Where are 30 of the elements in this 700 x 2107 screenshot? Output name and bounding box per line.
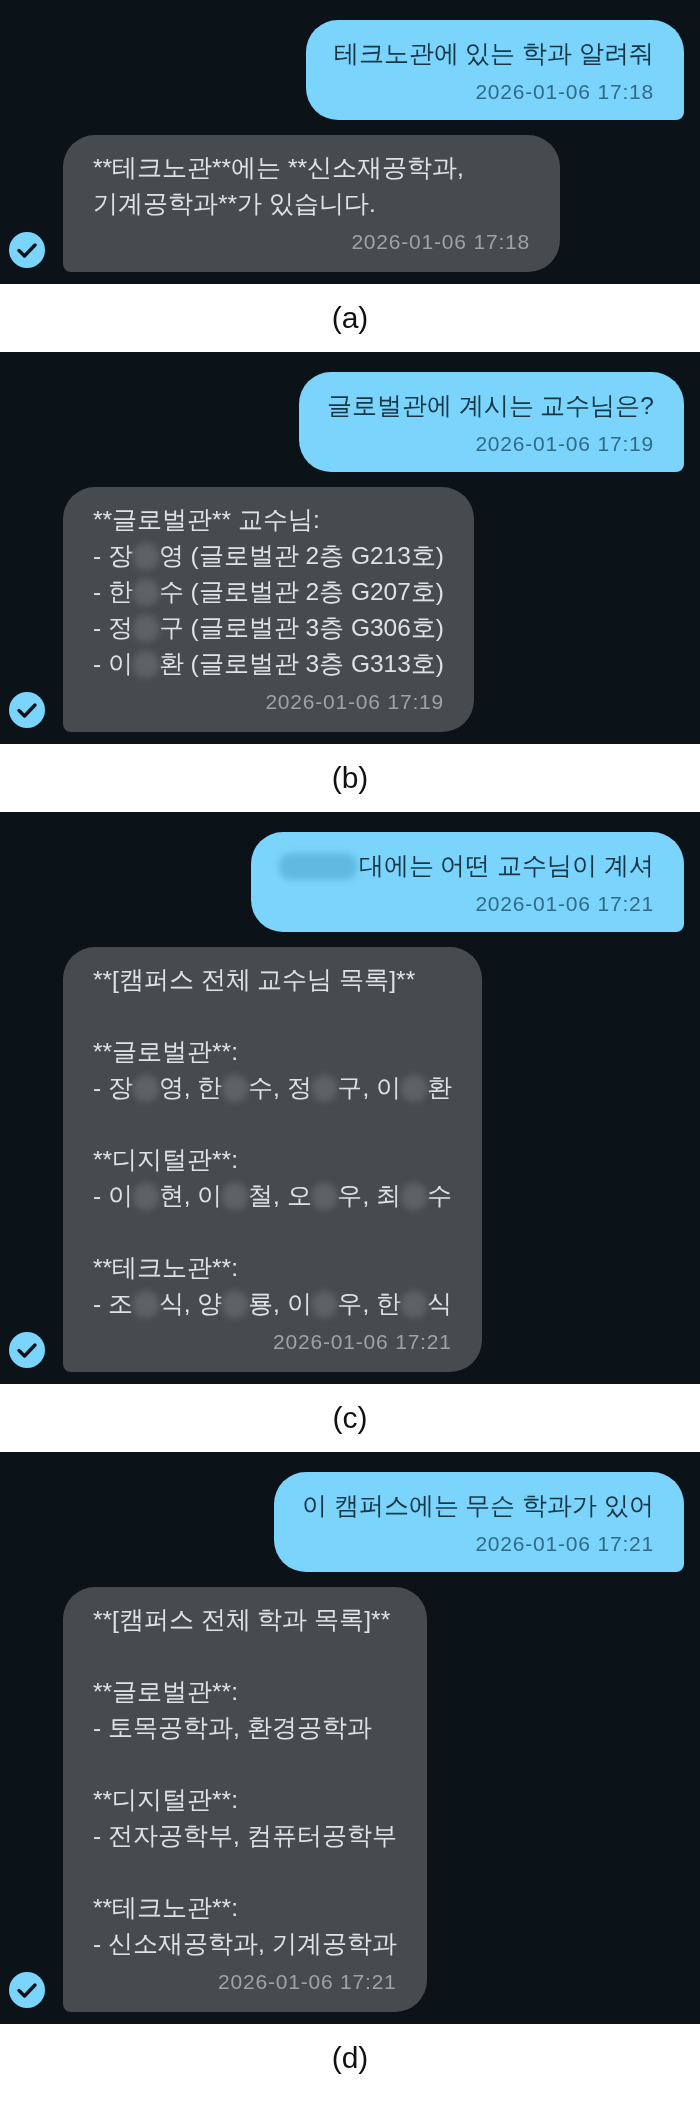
- figure-caption: (c): [332, 1401, 368, 1435]
- message-text: **테크노관**: - 조 식, 양 룡, 이 우, 한 식: [93, 1253, 452, 1321]
- message-text: **테크노관**에는 **신소재공학과, 기계공학과**가 있습니다.: [93, 153, 465, 219]
- timestamp: 2026-01-06 17:21: [475, 1531, 654, 1557]
- check-circle-icon: [9, 1332, 45, 1368]
- message-text: **글로벌관** 교수님: - 장 영 (글로벌관 2층 G213호) - 한 수 (글로벌관 2층 G207호) - 정 구 (글로벌관 3층 G306호) - 이 환 (글로벌관 3층 G313호): [93, 505, 444, 681]
- timestamp: 2026-01-06 17:18: [475, 79, 654, 105]
- timestamp: 2026-01-06 17:19: [475, 431, 654, 457]
- figure-caption: (a): [331, 301, 369, 335]
- message-text: **디지털관**: - 전자공학부, 컴퓨터공학부: [93, 1785, 397, 1851]
- figure-caption: (b): [331, 761, 369, 795]
- message-text: **디지털관**: - 이 현, 이 철, 오 우, 최 수: [93, 1145, 452, 1213]
- timestamp: 2026-01-06 17:18: [351, 229, 530, 255]
- message-text: **테크노관**: - 신소재공학과, 기계공학과: [93, 1893, 397, 1959]
- message-text: 테크노관에 있는 학과 알려줘: [333, 39, 654, 69]
- message-text: **글로벌관**: - 토목공학과, 환경공학과: [93, 1677, 373, 1743]
- message-text: **[캠퍼스 전체 학과 목록]**: [93, 1605, 392, 1635]
- timestamp: 2026-01-06 17:21: [273, 1329, 452, 1355]
- check-circle-icon: [9, 232, 45, 268]
- timestamp: 2026-01-06 17:21: [218, 1969, 397, 1995]
- check-circle-icon: [9, 1972, 45, 2008]
- message-text: 글로벌관에 계시는 교수님은?: [326, 391, 654, 421]
- timestamp: 2026-01-06 17:21: [475, 891, 654, 917]
- message-text: 이 캠퍼스에는 무슨 학과가 있어: [301, 1491, 654, 1521]
- message-text: **[캠퍼스 전체 교수님 목록]**: [93, 965, 417, 995]
- message-text: 대에는 어떤 교수님이 계셔: [278, 848, 654, 884]
- message-text: **글로벌관**: - 장 영, 한 수, 정 구, 이 환: [93, 1037, 452, 1105]
- figure-caption: (d): [331, 2041, 369, 2075]
- check-circle-icon: [9, 692, 45, 728]
- timestamp: 2026-01-06 17:19: [265, 689, 444, 715]
